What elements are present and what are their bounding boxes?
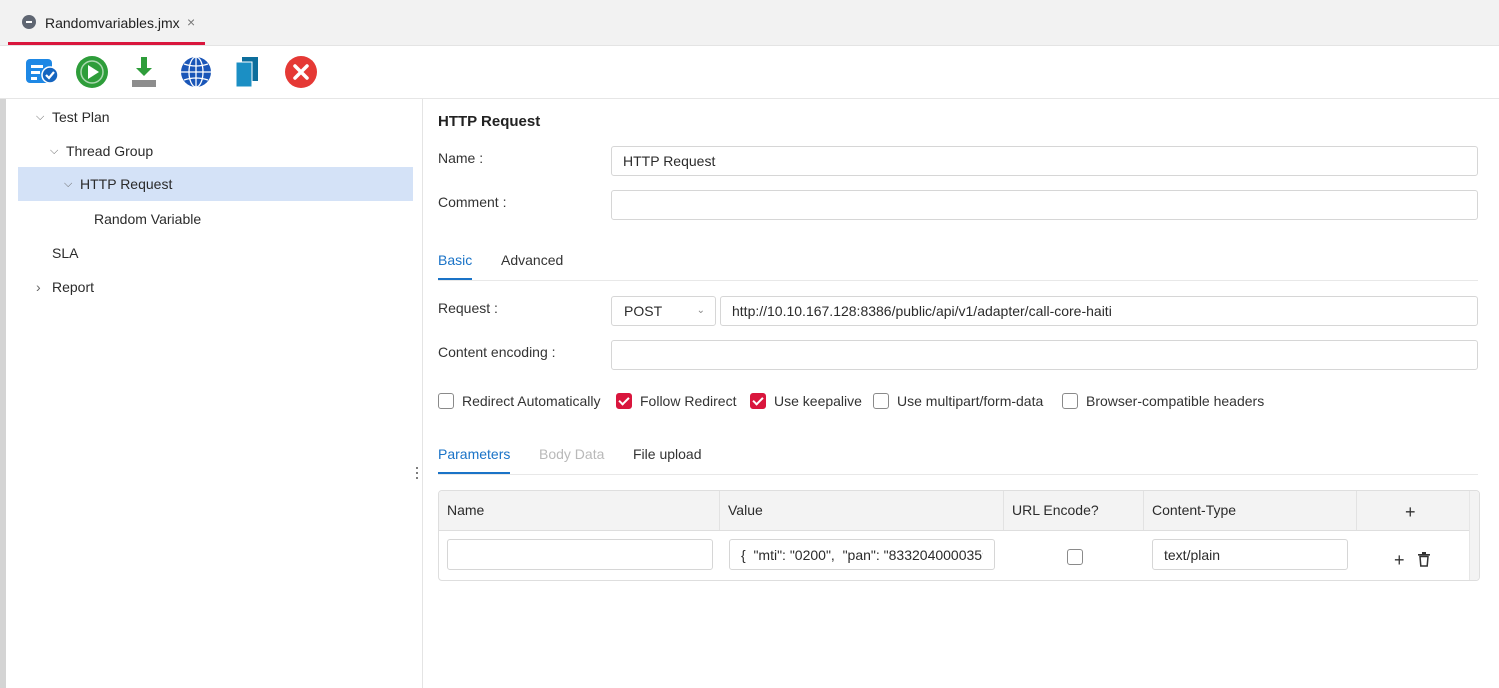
- checkbox-box[interactable]: [873, 393, 889, 409]
- copy-icon[interactable]: [230, 55, 266, 89]
- url-encode-checkbox[interactable]: [1067, 549, 1083, 565]
- tree-item-label: Thread Group: [66, 143, 154, 159]
- checklist-icon[interactable]: [24, 55, 60, 89]
- trash-icon[interactable]: [1417, 552, 1431, 567]
- stop-icon[interactable]: [283, 55, 319, 89]
- tab-parameters[interactable]: Parameters: [438, 441, 511, 474]
- checkbox-label: Redirect Automatically: [462, 393, 601, 409]
- tree-item-label: SLA: [52, 245, 79, 261]
- column-header-name: Name: [439, 491, 720, 530]
- test-plan-tree: ⌵ Test Plan ⌵ Thread Group ⌵ HTTP Reques…: [6, 99, 414, 688]
- table-scrollbar[interactable]: [1469, 491, 1479, 580]
- panel-splitter[interactable]: [413, 99, 423, 688]
- content-encoding-input[interactable]: [611, 340, 1478, 370]
- drag-handle-icon[interactable]: [416, 467, 419, 481]
- page-title: HTTP Request: [438, 113, 541, 130]
- active-tab-indicator: [8, 42, 205, 45]
- tree-item-label: Report: [52, 279, 95, 295]
- method-select[interactable]: POST ⌄: [611, 296, 716, 326]
- request-label: Request :: [438, 300, 498, 316]
- chevron-down-icon[interactable]: ⌵: [50, 134, 62, 168]
- param-name-input[interactable]: [447, 539, 713, 570]
- basic-advanced-tabs: Basic Advanced: [438, 247, 1478, 281]
- add-parameter-icon[interactable]: +: [1405, 503, 1416, 521]
- checkbox-label: Follow Redirect: [640, 393, 737, 409]
- tab-body-data: Body Data: [539, 446, 605, 462]
- comment-label: Comment :: [438, 194, 507, 210]
- file-status-icon: [22, 15, 36, 29]
- column-header-content-type: Content-Type: [1144, 491, 1357, 530]
- method-value: POST: [624, 303, 663, 319]
- name-input[interactable]: [611, 146, 1478, 176]
- http-request-form: HTTP Request Name : Comment : Basic Adva…: [423, 99, 1499, 688]
- file-tab-bar: Randomvariables.jmx ×: [0, 0, 1499, 46]
- tree-item-http-request[interactable]: ⌵ HTTP Request: [18, 167, 413, 201]
- checkbox-label: Use multipart/form-data: [897, 393, 1044, 409]
- name-label: Name :: [438, 150, 484, 166]
- comment-input[interactable]: [611, 190, 1478, 220]
- tree-item-label: Test Plan: [52, 109, 110, 125]
- checkbox-box[interactable]: [1062, 393, 1078, 409]
- toolbar: [0, 46, 1499, 99]
- close-tab-icon[interactable]: ×: [187, 14, 195, 30]
- download-icon[interactable]: [126, 55, 162, 89]
- chevron-down-icon[interactable]: ⌵: [64, 167, 76, 201]
- chevron-right-icon[interactable]: ›: [36, 270, 48, 304]
- parameter-tabs: Parameters Body Data File upload: [438, 441, 1478, 475]
- globe-icon[interactable]: [178, 55, 214, 89]
- tree-item-report[interactable]: › Report: [18, 270, 413, 304]
- add-row-icon[interactable]: +: [1394, 551, 1405, 569]
- tree-item-label: Random Variable: [94, 211, 202, 227]
- checkbox-box[interactable]: [750, 393, 766, 409]
- tree-item-label: HTTP Request: [80, 176, 173, 192]
- table-header: Name Value URL Encode? Content-Type +: [439, 491, 1469, 531]
- tree-item-thread-group[interactable]: ⌵ Thread Group: [18, 134, 413, 168]
- checkbox-box[interactable]: [616, 393, 632, 409]
- chevron-down-icon[interactable]: ⌵: [36, 100, 48, 134]
- file-tab[interactable]: Randomvariables.jmx ×: [8, 0, 205, 45]
- file-tab-title: Randomvariables.jmx: [45, 15, 180, 31]
- chevron-down-icon: ⌄: [696, 305, 705, 316]
- checkbox-label: Browser-compatible headers: [1086, 393, 1265, 409]
- tab-file-upload[interactable]: File upload: [633, 441, 702, 472]
- play-icon[interactable]: [74, 55, 110, 89]
- url-input[interactable]: [720, 296, 1478, 326]
- tab-basic[interactable]: Basic: [438, 247, 473, 280]
- content-type-input[interactable]: [1152, 539, 1348, 570]
- tree-item-test-plan[interactable]: ⌵ Test Plan: [18, 100, 413, 134]
- checkbox-box[interactable]: [438, 393, 454, 409]
- content-encoding-label: Content encoding :: [438, 344, 556, 360]
- parameters-table: Name Value URL Encode? Content-Type + +: [438, 490, 1480, 581]
- column-header-value: Value: [720, 491, 1004, 530]
- tab-advanced[interactable]: Advanced: [501, 247, 563, 278]
- column-header-url-encode: URL Encode?: [1004, 491, 1144, 530]
- checkbox-label: Use keepalive: [774, 393, 862, 409]
- tree-item-random-variable[interactable]: Random Variable: [18, 202, 413, 236]
- tree-item-sla[interactable]: SLA: [18, 236, 413, 270]
- param-value-input[interactable]: [729, 539, 995, 570]
